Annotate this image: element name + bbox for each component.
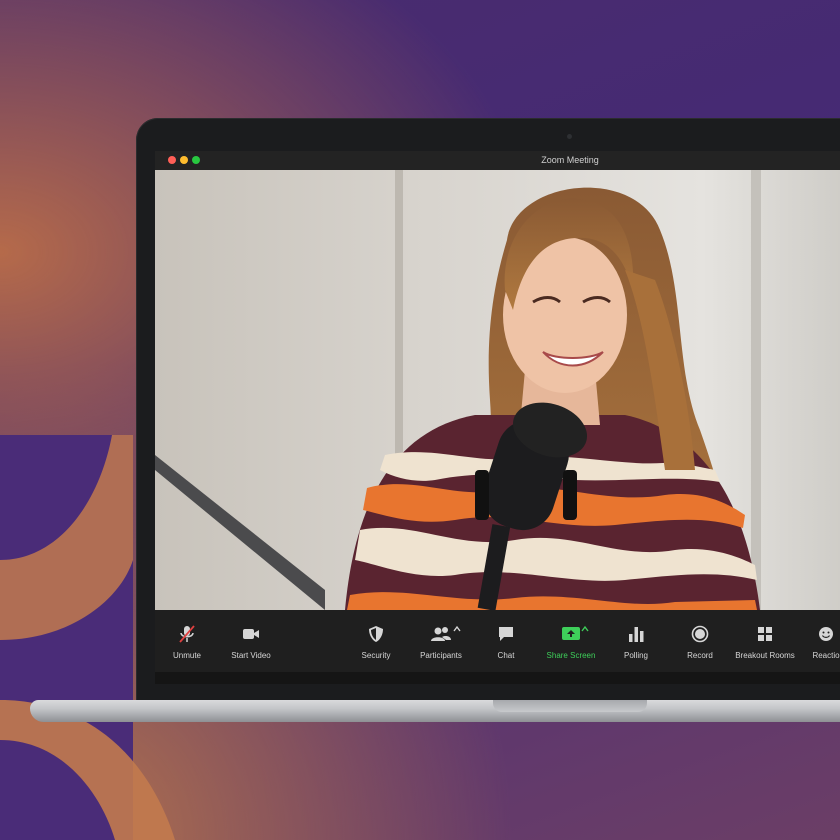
grid-icon — [758, 627, 772, 641]
laptop-base — [30, 700, 840, 722]
chat-bubble-icon — [499, 627, 513, 641]
chat-button[interactable]: Chat — [493, 624, 519, 664]
video-camera-icon — [243, 629, 259, 639]
laptop-mockup: Zoom Meeting Unmute Start Video Security… — [0, 0, 840, 840]
breakout-rooms-button[interactable]: Breakout Rooms — [735, 624, 795, 664]
unmute-button[interactable]: Unmute — [169, 624, 205, 664]
breakout-rooms-label: Breakout Rooms — [735, 651, 795, 660]
unmute-label: Unmute — [172, 651, 201, 660]
zoom-window: Zoom Meeting Unmute Start Video Security… — [155, 151, 840, 684]
laptop-opening-notch — [493, 700, 647, 712]
reactions-label: Reactio — [812, 651, 840, 660]
start-video-label: Start Video — [231, 651, 271, 660]
share-screen-label: Share Screen — [546, 651, 596, 660]
window-title: Zoom Meeting — [541, 155, 599, 165]
record-icon — [691, 625, 709, 643]
participants-caret-icon[interactable] — [452, 624, 462, 634]
muted-microphone-icon — [179, 625, 195, 643]
emoji-icon — [819, 627, 833, 641]
security-button[interactable]: Security — [360, 624, 392, 664]
meeting-toolbar: Unmute Start Video Security Participants… — [155, 610, 840, 672]
polling-button[interactable]: Polling — [621, 624, 651, 664]
screen-bottom-bezel — [155, 672, 840, 684]
polling-label: Polling — [623, 651, 648, 660]
participants-icon — [431, 627, 451, 641]
security-label: Security — [361, 651, 391, 660]
chat-label: Chat — [497, 651, 515, 660]
share-screen-icon — [562, 627, 580, 640]
video-feed — [155, 170, 840, 610]
webcam-dot — [567, 134, 572, 139]
participants-label: Participants — [420, 651, 462, 660]
bar-chart-icon — [629, 627, 644, 642]
shield-icon — [369, 626, 383, 642]
window-titlebar: Zoom Meeting — [155, 151, 840, 171]
reactions-button[interactable]: Reactio — [811, 624, 840, 664]
record-button[interactable]: Record — [685, 624, 715, 664]
share-screen-caret-icon[interactable] — [580, 624, 590, 634]
start-video-button[interactable]: Start Video — [229, 624, 273, 664]
record-label: Record — [687, 651, 713, 660]
